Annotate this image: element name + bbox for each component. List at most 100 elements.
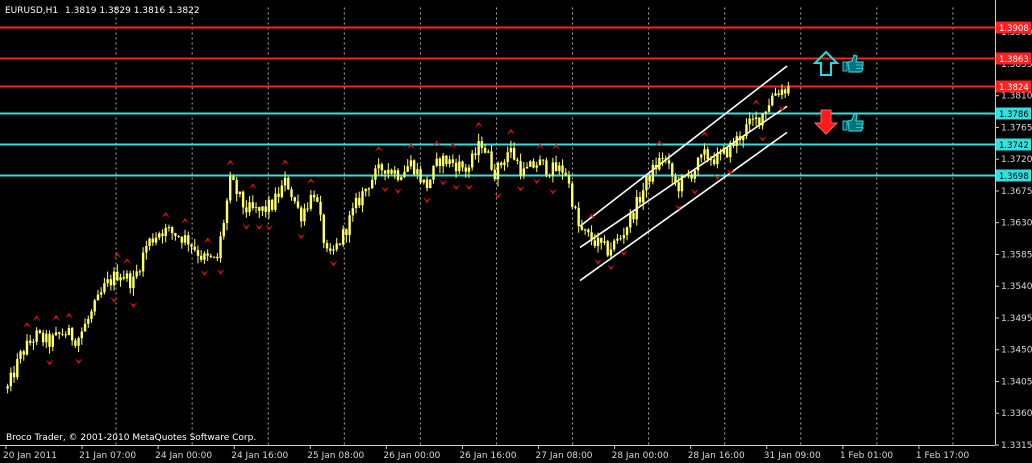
candlestick-series (6, 81, 790, 394)
candle-body (529, 161, 532, 167)
fractal-up-marker (161, 211, 170, 218)
time-tick-label: 28 Jan 16:00 (688, 451, 745, 461)
candle-body (270, 199, 274, 210)
candle-body (300, 207, 303, 222)
candle-body (254, 207, 258, 209)
candle-body (522, 168, 526, 176)
resistance-level-label: 1.3908 (999, 24, 1029, 34)
candle-body (154, 237, 158, 243)
price-chart[interactable]: 1.39001.38551.38101.37651.37201.36751.36… (0, 0, 1032, 463)
candle-body (180, 236, 184, 243)
fractal-up-marker (248, 183, 257, 190)
candle-body (761, 113, 764, 126)
candle-body (719, 152, 722, 154)
candle-body (596, 237, 600, 246)
candle-body (771, 95, 774, 106)
candle-body (593, 240, 597, 246)
price-axis[interactable]: 1.39001.38551.38101.37651.37201.36751.36… (995, 0, 1032, 451)
candle-body (106, 279, 109, 284)
candle-body (609, 249, 613, 256)
price-tick-label: 1.3765 (1001, 123, 1032, 133)
candle-body (451, 159, 455, 163)
candle-body (490, 151, 493, 170)
candle-body (496, 162, 500, 180)
fractal-down-marker (110, 296, 119, 303)
candle-body (335, 243, 338, 250)
candle-body (229, 176, 232, 201)
candle-body (554, 162, 558, 172)
candle-body (748, 118, 751, 125)
candle-body (509, 147, 513, 153)
candle-body (77, 338, 80, 346)
candle-body (606, 241, 609, 256)
vertical-grid (115, 7, 954, 445)
candle-body (103, 283, 106, 293)
price-tick-label: 1.3585 (1001, 250, 1032, 260)
candle-body (706, 149, 709, 160)
candle-body (170, 227, 174, 233)
fractal-up-marker (306, 178, 315, 185)
candle-body (483, 147, 487, 153)
candle-body (341, 229, 345, 245)
candle-body (51, 335, 54, 347)
price-tick-label: 1.3450 (1001, 346, 1032, 356)
candle-body (700, 154, 703, 158)
candle-body (458, 161, 461, 172)
candle-body (538, 159, 542, 166)
channel-line (579, 65, 788, 227)
candle-body (777, 93, 780, 95)
time-tick-label: 28 Jan 00:00 (612, 451, 669, 461)
candle-body (222, 223, 225, 237)
candle-body (58, 332, 61, 334)
candle-body (738, 136, 742, 141)
candle-body (519, 160, 522, 176)
candle-body (329, 248, 332, 251)
candle-body (190, 244, 193, 247)
fractal-down-marker (439, 179, 448, 186)
support-level-label: 1.3742 (999, 141, 1029, 151)
candle-body (112, 271, 116, 286)
fractal-down-marker (423, 197, 432, 204)
candle-body (74, 340, 77, 346)
candle-body (309, 194, 313, 209)
candle-body (241, 191, 245, 208)
candle-body (67, 328, 71, 336)
candle-body (580, 226, 584, 230)
candle-body (638, 197, 642, 203)
candle-body (164, 227, 167, 237)
candle-body (722, 148, 726, 154)
candle-body (99, 292, 103, 295)
candle-body (122, 277, 125, 279)
fractal-down-marker (690, 188, 699, 195)
candle-body (535, 165, 538, 168)
candle-body (83, 323, 87, 332)
channel-line (579, 131, 788, 282)
fractal-down-marker (381, 186, 390, 193)
candle-body (283, 177, 287, 186)
candle-body (183, 235, 187, 243)
candle-body (725, 148, 729, 158)
time-tick-label: 31 Jan 09:00 (764, 451, 821, 461)
candle-body (506, 152, 509, 163)
time-axis[interactable]: 20 Jan 2011 21 Jan 07:00 24 Jan 00:00 24 Ja… (0, 445, 995, 461)
candle-body (358, 197, 361, 206)
candle-body (377, 164, 380, 169)
time-tick-label: 26 Jan 00:00 (383, 451, 440, 461)
candle-body (551, 162, 555, 176)
candle-body (383, 170, 387, 174)
support-level-label: 1.3698 (999, 172, 1029, 182)
candle-body (354, 197, 358, 209)
candle-body (96, 294, 100, 301)
fractal-down-marker (548, 188, 557, 195)
candle-body (61, 333, 64, 335)
candle-body (500, 162, 503, 166)
candle-body (119, 277, 122, 281)
ohlc-values: 1.3819 1.3829 1.3816 1.3822 (65, 6, 200, 16)
candle-body (245, 207, 248, 213)
candle-body (361, 191, 364, 206)
candle-body (732, 142, 735, 146)
support-level-label: 1.3786 (999, 110, 1029, 120)
candle-body (400, 177, 403, 180)
candle-body (145, 246, 148, 253)
candle-body (109, 279, 113, 286)
